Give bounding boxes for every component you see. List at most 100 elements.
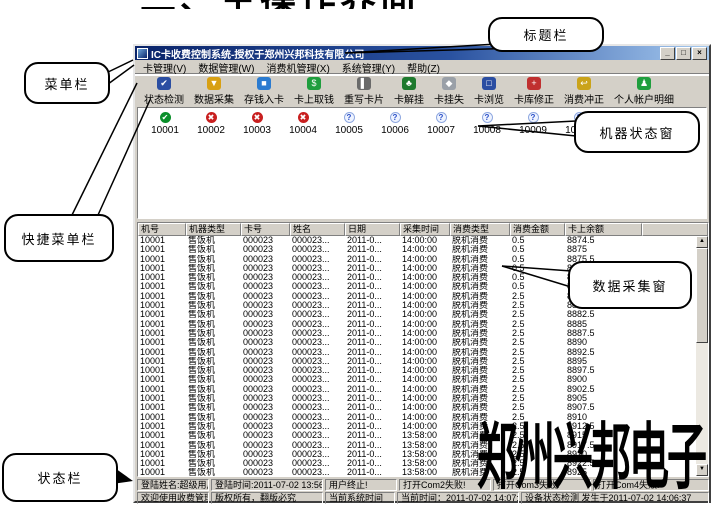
cell: 售饭机 — [186, 403, 241, 412]
machine-status-item[interactable]: ? 10006 — [372, 112, 418, 136]
table-row[interactable]: 10001售饭机000023000023...2011-0...14:00:00… — [138, 338, 696, 347]
toolbar-button[interactable]: ♟个人帐户明细 — [609, 77, 679, 106]
cell: 000023 — [241, 245, 290, 254]
column-header[interactable]: 日期 — [345, 223, 400, 236]
toolbar-button-label: 状态检测 — [144, 91, 184, 106]
column-header[interactable]: 机号 — [138, 223, 186, 236]
machine-status-item[interactable]: ?10005 — [326, 112, 372, 136]
machine-status-unknown-icon: ? — [390, 112, 401, 123]
column-header[interactable]: 消费类型 — [450, 223, 510, 236]
cell: 14:00:00 — [400, 357, 450, 366]
machine-id-label: 10007 — [427, 125, 455, 136]
cell: 000023... — [290, 310, 345, 319]
machine-status-item[interactable]: ✖10004 — [280, 112, 326, 136]
table-row[interactable]: 10001售饭机000023000023...2011-0...14:00:00… — [138, 348, 696, 357]
toolbar-button[interactable]: ♣卡解挂 — [389, 77, 429, 106]
machine-id-label: 10008 — [473, 125, 501, 136]
toolbar-button[interactable]: □卡浏览 — [469, 77, 509, 106]
personal-account-detail-icon: ♟ — [637, 77, 651, 90]
cell: 13:58:00 — [400, 468, 450, 476]
toolbar-button[interactable]: ▼数据采集 — [189, 77, 239, 106]
machine-id-label: 10009 — [519, 125, 547, 136]
column-header[interactable]: 消费金额 — [510, 223, 565, 236]
cell: 10001 — [138, 413, 186, 422]
column-header[interactable]: 姓名 — [290, 223, 345, 236]
machine-status-item[interactable]: ✖10002 — [188, 112, 234, 136]
cell: 脱机消费 — [450, 255, 510, 264]
table-row[interactable]: 10001售饭机000023000023...2011-0...14:00:00… — [138, 320, 696, 329]
toolbar-button[interactable]: ■存钱入卡 — [239, 77, 289, 106]
machine-id-label: 10006 — [381, 125, 409, 136]
machine-id-label: 10005 — [335, 125, 363, 136]
cell: 10001 — [138, 441, 186, 450]
column-header[interactable]: 机器类型 — [186, 223, 241, 236]
cell: 售饭机 — [186, 320, 241, 329]
cell: 2011-0... — [345, 329, 400, 338]
cell: 售饭机 — [186, 255, 241, 264]
cell: 售饭机 — [186, 394, 241, 403]
toolbar-button-label: 重写卡片 — [344, 91, 384, 106]
machine-id-label: 10002 — [197, 125, 225, 136]
cell: 2011-0... — [345, 366, 400, 375]
cell: 2011-0... — [345, 348, 400, 357]
cell: 0.5 — [510, 255, 565, 264]
toolbar-button[interactable]: ↩消费冲正 — [559, 77, 609, 106]
cell: 14:00:00 — [400, 385, 450, 394]
title-bar[interactable]: IC卡收费控制系统-授权于郑州兴邦科技有限公司 _ □ × — [135, 46, 709, 60]
machine-status-item[interactable]: ?10009 — [510, 112, 556, 136]
cell: 脱机消费 — [450, 329, 510, 338]
cell: 8902.5 — [565, 385, 642, 394]
cell: 10001 — [138, 264, 186, 273]
menu-item[interactable]: 帮助(Z) — [401, 60, 446, 75]
table-row[interactable]: 10001售饭机000023000023...2011-0...14:00:00… — [138, 375, 696, 384]
card-browse-icon: □ — [482, 77, 496, 90]
minimize-button[interactable]: _ — [660, 47, 675, 60]
toolbar-button[interactable]: ✔状态检测 — [139, 77, 189, 106]
close-button[interactable]: × — [692, 47, 707, 60]
scroll-up-icon[interactable]: ▲ — [696, 236, 708, 248]
toolbar-button[interactable]: +卡库修正 — [509, 77, 559, 106]
cell: 10001 — [138, 450, 186, 459]
cell: 000023... — [290, 273, 345, 282]
cell: 10001 — [138, 422, 186, 431]
toolbar-button[interactable]: ▌重写卡片 — [339, 77, 389, 106]
cell: 000023... — [290, 255, 345, 264]
table-row[interactable]: 10001售饭机000023000023...2011-0...14:00:00… — [138, 366, 696, 375]
machine-status-item[interactable]: ?10007 — [418, 112, 464, 136]
cell: 脱机消费 — [450, 245, 510, 254]
menu-item[interactable]: 数据管理(W) — [192, 60, 260, 75]
table-row[interactable]: 10001售饭机000023000023...2011-0...14:00:00… — [138, 310, 696, 319]
cell: 000023... — [290, 348, 345, 357]
machine-status-item[interactable]: ✖10003 — [234, 112, 280, 136]
machine-status-item[interactable]: ?10008 — [464, 112, 510, 136]
cell: 000023... — [290, 245, 345, 254]
toolbar-button[interactable]: ◆卡挂失 — [429, 77, 469, 106]
cell: 售饭机 — [186, 468, 241, 476]
column-header[interactable]: 卡号 — [241, 223, 290, 236]
table-row[interactable]: 10001售饭机000023000023...2011-0...14:00:00… — [138, 357, 696, 366]
menu-item[interactable]: 消费机管理(X) — [260, 60, 335, 75]
menu-item[interactable]: 系统管理(Y) — [336, 60, 401, 75]
restore-button[interactable]: □ — [676, 47, 691, 60]
cell: 10001 — [138, 468, 186, 476]
cell: 10001 — [138, 459, 186, 468]
status-cell: 用户终止! — [325, 479, 397, 491]
toolbar-button[interactable]: $卡上取钱 — [289, 77, 339, 106]
cell: 售饭机 — [186, 385, 241, 394]
table-row[interactable]: 10001售饭机000023000023...2011-0...14:00:00… — [138, 329, 696, 338]
menu-item[interactable]: 卡管理(V) — [137, 60, 192, 75]
column-header[interactable]: 采集时间 — [400, 223, 450, 236]
cell: 10001 — [138, 394, 186, 403]
toolbar-button-label: 卡浏览 — [474, 91, 504, 106]
table-row[interactable]: 10001售饭机000023000023...2011-0...14:00:00… — [138, 245, 696, 254]
column-header[interactable]: 卡上余额 — [565, 223, 642, 236]
cell: 脱机消费 — [450, 366, 510, 375]
table-row[interactable]: 10001售饭机000023000023...2011-0...14:00:00… — [138, 385, 696, 394]
cell: 2011-0... — [345, 394, 400, 403]
machine-status-item[interactable]: ✔10001 — [142, 112, 188, 136]
cell: 2011-0... — [345, 450, 400, 459]
cell: 000023... — [290, 329, 345, 338]
scrollbar-thumb[interactable] — [696, 248, 708, 343]
cell: 售饭机 — [186, 348, 241, 357]
table-row[interactable]: 10001售饭机000023000023...2011-0...14:00:00… — [138, 236, 696, 245]
